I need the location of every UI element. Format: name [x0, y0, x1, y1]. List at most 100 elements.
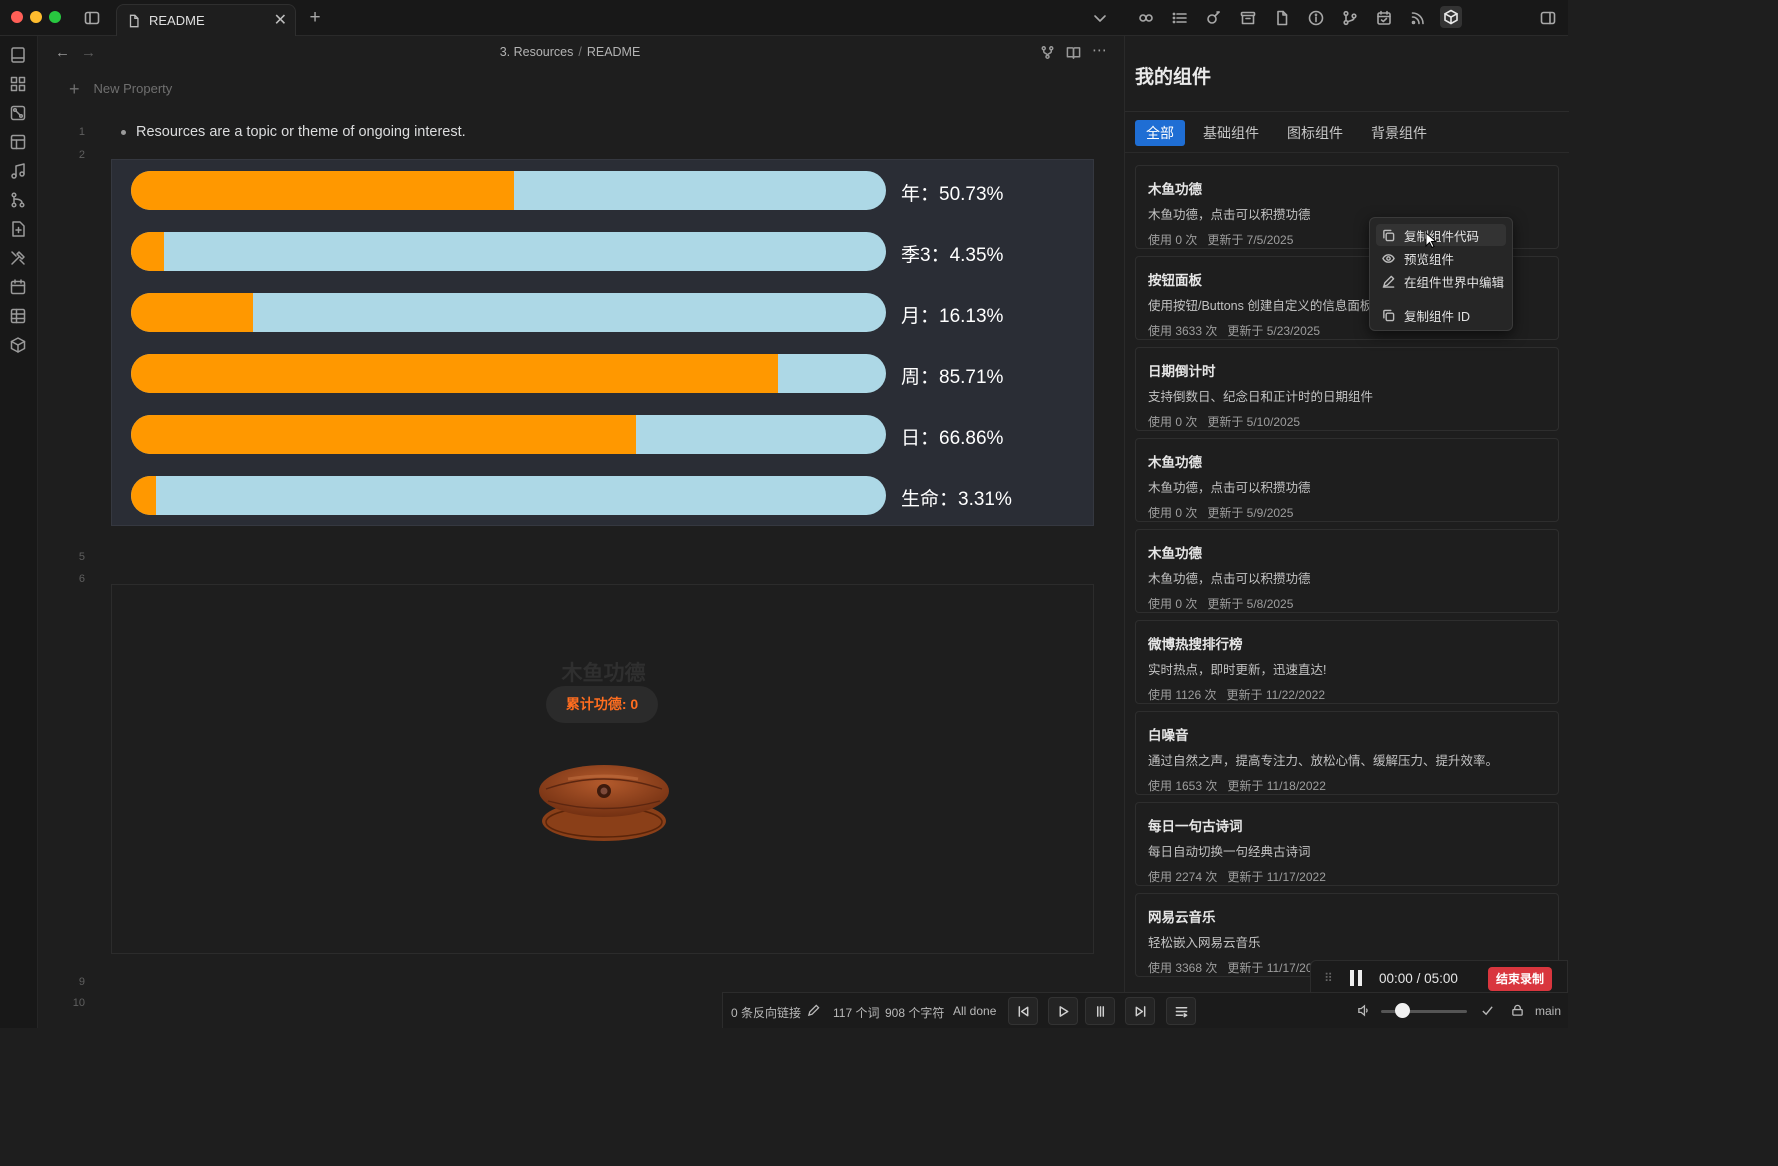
- progress-label: 年：50.73%: [901, 184, 1004, 205]
- progress-row: 年：50.73%: [131, 171, 1011, 210]
- line-number: 10: [72, 997, 85, 1009]
- tab-readme[interactable]: README ✕: [116, 4, 296, 36]
- branch-icon[interactable]: [9, 191, 27, 209]
- grid-icon[interactable]: [9, 75, 27, 93]
- menu-item-label: 复制组件代码: [1404, 229, 1480, 244]
- archive-icon[interactable]: [1238, 8, 1258, 28]
- list-icon[interactable]: [1170, 8, 1190, 28]
- note-icon[interactable]: [9, 220, 27, 238]
- volume-icon[interactable]: [1357, 1004, 1370, 1020]
- breadcrumb-file[interactable]: README: [587, 45, 640, 59]
- recorder-bar: ⠿ 00:00 / 05:00 结束录制: [1310, 960, 1568, 996]
- checkmark-icon[interactable]: [1481, 1004, 1494, 1020]
- layout-icon[interactable]: [9, 133, 27, 151]
- calendar-icon[interactable]: [1374, 8, 1394, 28]
- left-ribbon: [0, 36, 38, 1028]
- widget-card[interactable]: 每日一句古诗词 每日自动切换一句经典古诗词 使用 2274 次更新于 11/17/2…: [1135, 802, 1559, 886]
- reading-view-icon[interactable]: [1066, 45, 1082, 61]
- chevron-down-icon[interactable]: [1090, 8, 1110, 28]
- elapsed-time: 00:00: [1379, 971, 1413, 986]
- updated-date: 更新于 11/18/2022: [1227, 779, 1326, 793]
- widget-name: 日期倒计时: [1148, 364, 1216, 379]
- tab-basic[interactable]: 基础组件: [1192, 120, 1270, 146]
- widget-card[interactable]: 微博热搜排行榜 实时热点，即时更新，迅速直达! 使用 1126 次更新于 11/22…: [1135, 620, 1559, 704]
- graph-icon[interactable]: [9, 104, 27, 122]
- usage-count: 使用 0 次: [1148, 597, 1198, 611]
- tools-icon[interactable]: [9, 249, 27, 267]
- drag-handle-icon[interactable]: ⠿: [1324, 971, 1333, 985]
- link-icon[interactable]: [1136, 8, 1156, 28]
- volume-slider-knob[interactable]: [1395, 1003, 1410, 1018]
- calendar-icon[interactable]: [9, 278, 27, 296]
- char-count: 908 个字符: [885, 1006, 945, 1020]
- new-property-button[interactable]: + New Property: [69, 80, 172, 98]
- breadcrumb-folder[interactable]: 3. Resources: [500, 45, 574, 59]
- woodfish-icon[interactable]: [538, 761, 670, 843]
- widget-name: 白噪音: [1148, 728, 1189, 743]
- widget-name: 木鱼功德: [1148, 455, 1202, 470]
- widget-description: 通过自然之声，提高专注力、放松心情、缓解压力、提升效率。: [1148, 754, 1499, 768]
- menu-copy-id[interactable]: 复制组件 ID: [1376, 304, 1506, 326]
- usage-count: 使用 2274 次: [1148, 870, 1218, 884]
- play-button[interactable]: [1048, 997, 1078, 1025]
- pause-button[interactable]: [1085, 997, 1115, 1025]
- menu-preview[interactable]: 预览组件: [1376, 247, 1506, 269]
- widget-name: 网易云音乐: [1148, 910, 1216, 925]
- widget-card[interactable]: 木鱼功德木鱼功德，点击可以积攒功德使用 0 次更新于 5/9/2025: [1135, 438, 1559, 522]
- word-count: 117 个词: [833, 1006, 880, 1020]
- widget-card[interactable]: 日期倒计时 支持倒数日、纪念日和正计时的日期组件 使用 0 次更新于 5/10/20…: [1135, 347, 1559, 431]
- menu-edit-in-world[interactable]: 在组件世界中编辑: [1376, 270, 1506, 292]
- sidebar-toggle-icon[interactable]: [82, 8, 102, 28]
- bullet-item[interactable]: Resources are a topic or theme of ongoin…: [121, 124, 466, 140]
- new-tab-icon[interactable]: +: [305, 7, 325, 28]
- progress-track: [131, 415, 886, 454]
- right-sidebar-icon[interactable]: [1538, 8, 1558, 28]
- eye-icon: [1382, 253, 1395, 263]
- playlist-button[interactable]: [1166, 997, 1196, 1025]
- rss-icon[interactable]: [1408, 8, 1428, 28]
- pause-icon[interactable]: [1348, 970, 1364, 987]
- menu-copy-code[interactable]: 复制组件代码: [1376, 224, 1506, 246]
- widget-card[interactable]: 白噪音 通过自然之声，提高专注力、放松心情、缓解压力、提升效率。 使用 1653 次…: [1135, 711, 1559, 795]
- widget-name: 木鱼功德: [1148, 182, 1202, 197]
- usage-count: 使用 1126 次: [1148, 688, 1217, 702]
- widget-description: 轻松嵌入网易云音乐: [1148, 936, 1261, 950]
- line-number: 9: [78, 976, 85, 988]
- panel-title: 我的组件: [1135, 67, 1212, 88]
- skip-back-button[interactable]: [1008, 997, 1038, 1025]
- volume-slider-track[interactable]: [1381, 1010, 1467, 1013]
- close-tab-icon[interactable]: ✕: [274, 13, 287, 29]
- tab-background[interactable]: 背景组件: [1360, 120, 1438, 146]
- files-icon[interactable]: [9, 46, 27, 64]
- document-icon[interactable]: [1272, 8, 1292, 28]
- branch-icon[interactable]: [1040, 45, 1056, 61]
- editor-pane: ← → 3. Resources / README ⋯ + New Property…: [39, 36, 1124, 1028]
- tab-all[interactable]: 全部: [1135, 120, 1185, 146]
- divider: [1125, 111, 1569, 112]
- line-number: 6: [78, 573, 85, 585]
- breadcrumb: 3. Resources / README: [39, 45, 1101, 59]
- music-icon[interactable]: [9, 162, 27, 180]
- skip-forward-button[interactable]: [1125, 997, 1155, 1025]
- pencil-icon[interactable]: [807, 1004, 821, 1020]
- minimize-window-button[interactable]: [30, 11, 42, 23]
- cube-icon[interactable]: [9, 336, 27, 354]
- progress-fill: [131, 354, 779, 393]
- widget-description: 木鱼功德，点击可以积攒功德: [1148, 481, 1311, 495]
- info-icon[interactable]: [1306, 8, 1326, 28]
- plugin-icon[interactable]: [1204, 8, 1224, 28]
- time-progress-widget: 年：50.73% 季3：4.35% 月：16.13% 周：85.71% 日：66.86%…: [111, 159, 1094, 526]
- backlinks-count[interactable]: 0 条反向链接: [731, 1004, 801, 1021]
- stop-recording-button[interactable]: 结束录制: [1488, 967, 1552, 991]
- git-branch-icon[interactable]: [1511, 1004, 1524, 1020]
- widget-card[interactable]: 木鱼功德 木鱼功德，点击可以积攒功德 使用 0 次更新于 5/8/2025: [1135, 529, 1559, 613]
- cube-icon[interactable]: [1440, 6, 1462, 28]
- widget-meta: 使用 0 次更新于 5/9/2025: [1148, 504, 1546, 521]
- zoom-window-button[interactable]: [49, 11, 61, 23]
- close-window-button[interactable]: [11, 11, 23, 23]
- table-icon[interactable]: [9, 307, 27, 325]
- git-icon[interactable]: [1340, 8, 1360, 28]
- tab-icon[interactable]: 图标组件: [1276, 120, 1354, 146]
- more-options-icon[interactable]: ⋯: [1092, 43, 1108, 61]
- mouse-cursor-icon: [1425, 232, 1437, 249]
